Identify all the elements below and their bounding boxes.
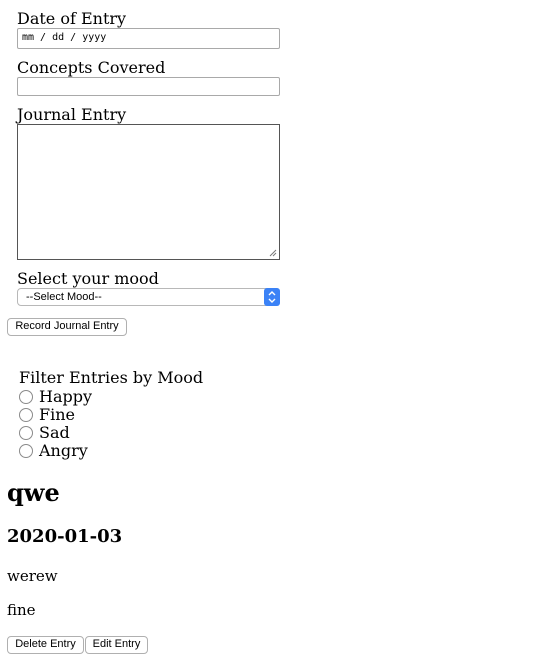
delete-entry-button[interactable]: Delete Entry bbox=[7, 636, 84, 654]
journal-label: Journal Entry bbox=[17, 105, 127, 124]
mood-select-value: --Select Mood-- bbox=[26, 291, 102, 303]
edit-entry-button[interactable]: Edit Entry bbox=[85, 636, 148, 654]
date-input[interactable]: mm / dd / yyyy bbox=[17, 28, 280, 49]
select-arrows-icon bbox=[264, 288, 280, 306]
concepts-input[interactable] bbox=[17, 77, 280, 96]
filter-option-label: Fine bbox=[39, 405, 75, 424]
date-label: Date of Entry bbox=[17, 9, 127, 28]
record-entry-button[interactable]: Record Journal Entry bbox=[7, 318, 127, 336]
filter-option-label: Angry bbox=[39, 441, 88, 460]
mood-select[interactable]: --Select Mood-- bbox=[17, 288, 280, 306]
filter-label: Filter Entries by Mood bbox=[19, 368, 204, 387]
resize-grip-icon[interactable] bbox=[269, 249, 277, 257]
journal-textarea[interactable] bbox=[17, 124, 280, 260]
date-input-placeholder: mm / dd / yyyy bbox=[22, 32, 107, 43]
filter-option-label: Happy bbox=[39, 387, 93, 406]
radio-fine[interactable] bbox=[19, 408, 33, 422]
filter-option-label: Sad bbox=[39, 423, 70, 442]
concepts-label: Concepts Covered bbox=[17, 58, 166, 77]
entry-date: 2020-01-03 bbox=[7, 526, 123, 547]
radio-happy[interactable] bbox=[19, 390, 33, 404]
entry-mood: fine bbox=[7, 601, 36, 619]
mood-label: Select your mood bbox=[17, 269, 159, 288]
radio-angry[interactable] bbox=[19, 444, 33, 458]
entry-title: qwe bbox=[7, 478, 60, 507]
entry-journal-text: werew bbox=[7, 567, 58, 585]
radio-sad[interactable] bbox=[19, 426, 33, 440]
